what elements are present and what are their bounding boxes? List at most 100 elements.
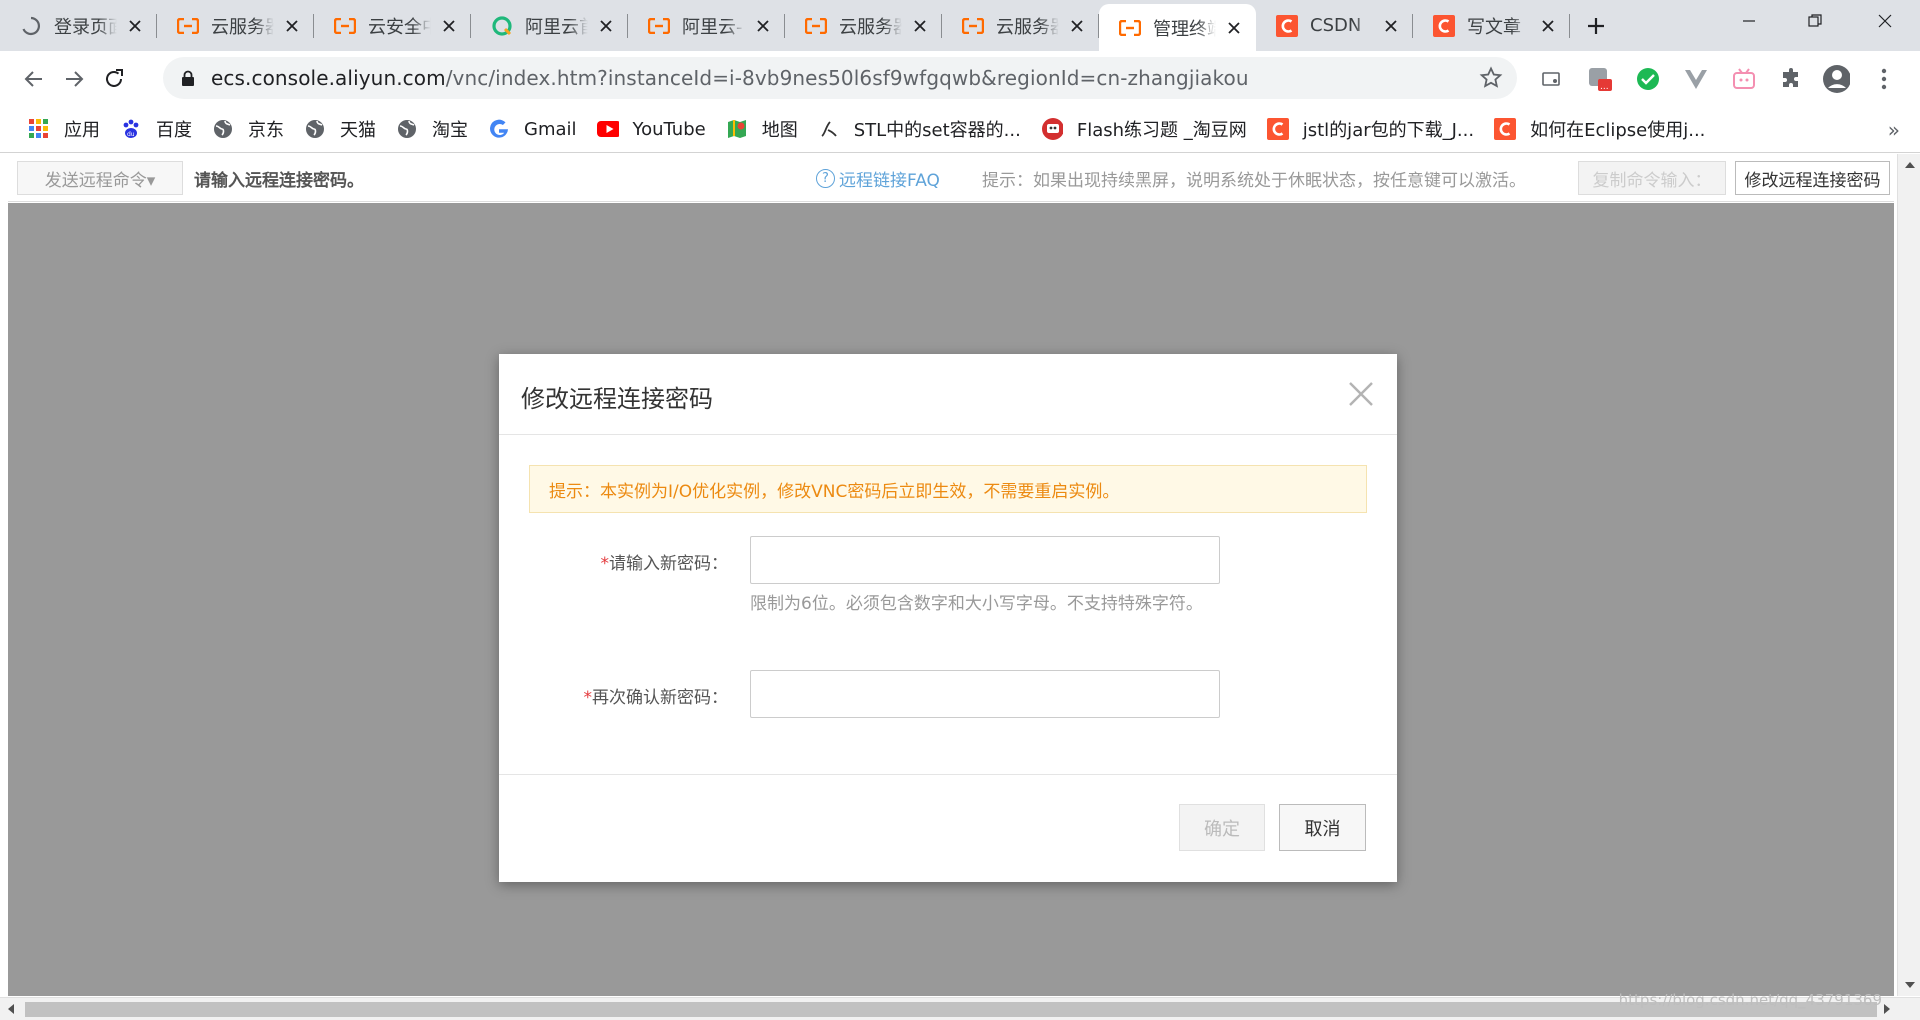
- browser-tab[interactable]: 阿里云-: [628, 4, 785, 47]
- svg-text:...: ...: [1600, 82, 1609, 92]
- extension-green-button[interactable]: [1634, 65, 1662, 93]
- scroll-up-icon[interactable]: [1905, 162, 1915, 168]
- dialog-close-button[interactable]: [1341, 374, 1381, 414]
- browser-toolbar: ecs.console.aliyun.com/vnc/index.htm?ins…: [0, 51, 1920, 106]
- tab-close-button[interactable]: [282, 16, 302, 36]
- bookmark-item[interactable]: 地图: [718, 113, 806, 145]
- tab-close-button[interactable]: [1067, 16, 1087, 36]
- change-password-dialog: 修改远程连接密码 提示：本实例为I/O优化实例，修改VNC密码后立即生效，不需要…: [499, 354, 1397, 882]
- forward-button[interactable]: [54, 59, 94, 99]
- browser-tab[interactable]: 写文章: [1413, 4, 1570, 47]
- bookmark-item[interactable]: jstl的jar包的下载_J...: [1259, 113, 1482, 145]
- extension-bilibili-button[interactable]: [1730, 65, 1758, 93]
- profile-button[interactable]: [1822, 65, 1850, 93]
- vue-devtools-icon: [1685, 70, 1707, 89]
- bookmark-label: 京东: [248, 120, 284, 141]
- bookmark-label: jstl的jar包的下载_J...: [1302, 120, 1475, 141]
- browser-tab[interactable]: 云服务器: [157, 4, 314, 47]
- tab-close-button[interactable]: [125, 16, 145, 36]
- browser-tab[interactable]: 登录页面: [0, 4, 157, 47]
- aliyun-logo-icon: [1119, 17, 1141, 39]
- aliyun-logo-icon: [648, 15, 670, 37]
- minimize-icon: [1743, 20, 1755, 22]
- new-password-input[interactable]: [750, 536, 1220, 584]
- cast-icon: [1542, 72, 1560, 86]
- bookmark-item[interactable]: STL中的set容器的...: [810, 113, 1029, 145]
- browser-tab[interactable]: 云服务器: [942, 4, 1099, 47]
- back-button[interactable]: [14, 59, 54, 99]
- tab-close-button[interactable]: [1224, 18, 1244, 38]
- extension-vue-button[interactable]: [1682, 65, 1710, 93]
- bookmarks-overflow-button[interactable]: »: [1888, 118, 1900, 142]
- minimize-button[interactable]: [1716, 0, 1782, 42]
- close-icon: [914, 19, 926, 32]
- send-remote-command-dropdown[interactable]: 发送远程命令▾: [17, 161, 183, 195]
- bookmark-label: YouTube: [632, 118, 706, 140]
- plus-icon: [1588, 17, 1604, 34]
- confirm-password-input[interactable]: [750, 670, 1220, 718]
- bookmark-item[interactable]: 淘宝: [388, 113, 476, 145]
- cast-button[interactable]: [1537, 65, 1565, 93]
- new-password-label-text: 请输入新密码：: [609, 554, 728, 574]
- tab-close-button[interactable]: [596, 16, 616, 36]
- url-text: ecs.console.aliyun.com/vnc/index.htm?ins…: [211, 66, 1249, 90]
- bookmark-item[interactable]: 京东: [204, 113, 292, 145]
- browser-tab[interactable]: 阿里云首页: [471, 4, 628, 47]
- baidu-paw-icon: du: [120, 118, 142, 140]
- copy-command-input-button[interactable]: 复制命令输入：: [1578, 161, 1726, 195]
- google-g-icon: [488, 118, 510, 140]
- bookmark-item[interactable]: 天猫: [296, 113, 384, 145]
- tab-title: 管理终端: [1153, 18, 1216, 40]
- bookmark-item[interactable]: YouTube: [589, 113, 714, 145]
- scroll-down-icon[interactable]: [1905, 982, 1915, 988]
- required-mark: *: [583, 688, 593, 708]
- csdn-logo-icon: [1494, 118, 1517, 140]
- restore-button[interactable]: [1782, 0, 1848, 42]
- tab-title: 云服务器: [839, 16, 902, 38]
- browser-tab[interactable]: 云服务器: [785, 4, 942, 47]
- reload-icon: [106, 68, 123, 87]
- address-bar[interactable]: ecs.console.aliyun.com/vnc/index.htm?ins…: [163, 57, 1517, 99]
- reload-button[interactable]: [94, 59, 134, 99]
- url-domain: ecs.console.aliyun.com: [211, 66, 446, 90]
- browser-tab[interactable]: CSDN: [1256, 4, 1413, 47]
- close-icon: [1228, 21, 1240, 34]
- close-window-button[interactable]: [1852, 0, 1918, 42]
- dialog-footer-divider: [499, 774, 1397, 775]
- arrow-left-icon: [24, 70, 42, 87]
- bookmark-item[interactable]: Flash练习题 _淘豆网: [1033, 113, 1255, 145]
- extension-screenshot-button[interactable]: ...: [1586, 65, 1614, 93]
- arrow-right-icon: [66, 70, 84, 87]
- globe-icon: [396, 118, 418, 140]
- bookmark-item[interactable]: 如何在Eclipse使用j...: [1486, 113, 1713, 145]
- cursor-script-icon: [818, 118, 840, 140]
- browser-tab[interactable]: 云安全中心: [314, 4, 471, 47]
- tab-close-button[interactable]: [753, 16, 773, 36]
- bookmark-item[interactable]: du 百度: [112, 113, 200, 145]
- vertical-scrollbar[interactable]: [1897, 154, 1920, 996]
- connection-status-text: 请输入远程连接密码。: [194, 171, 364, 191]
- tab-close-button[interactable]: [439, 16, 459, 36]
- change-remote-password-button[interactable]: 修改远程连接密码: [1735, 161, 1890, 195]
- browser-menu-button[interactable]: [1870, 65, 1898, 93]
- extensions-button[interactable]: [1778, 65, 1806, 93]
- new-tab-button[interactable]: [1570, 4, 1622, 47]
- red-face-icon: [1041, 118, 1063, 140]
- tab-close-button[interactable]: [1381, 16, 1401, 36]
- scroll-left-icon[interactable]: [8, 1004, 14, 1014]
- bookmark-item[interactable]: Gmail: [480, 113, 585, 145]
- close-icon: [757, 19, 769, 32]
- cancel-button[interactable]: 取消: [1279, 804, 1366, 851]
- bookmark-item[interactable]: 应用: [20, 113, 108, 145]
- confirm-button[interactable]: 确定: [1179, 804, 1265, 851]
- close-icon: [1542, 19, 1554, 32]
- horizontal-scroll-thumb[interactable]: [25, 1002, 1877, 1017]
- tab-close-button[interactable]: [1538, 16, 1558, 36]
- remote-faq-link[interactable]: ? 远程链接FAQ: [816, 166, 940, 191]
- black-screen-tip: 提示：如果出现持续黑屏，说明系统处于休眠状态，按任意键可以激活。: [982, 171, 1526, 191]
- browser-tab[interactable]: 管理终端: [1099, 4, 1256, 51]
- bookmark-label: 如何在Eclipse使用j...: [1530, 120, 1706, 141]
- tab-close-button[interactable]: [910, 16, 930, 36]
- scroll-right-icon[interactable]: [1884, 1004, 1890, 1014]
- bookmark-star-button[interactable]: [1479, 66, 1503, 94]
